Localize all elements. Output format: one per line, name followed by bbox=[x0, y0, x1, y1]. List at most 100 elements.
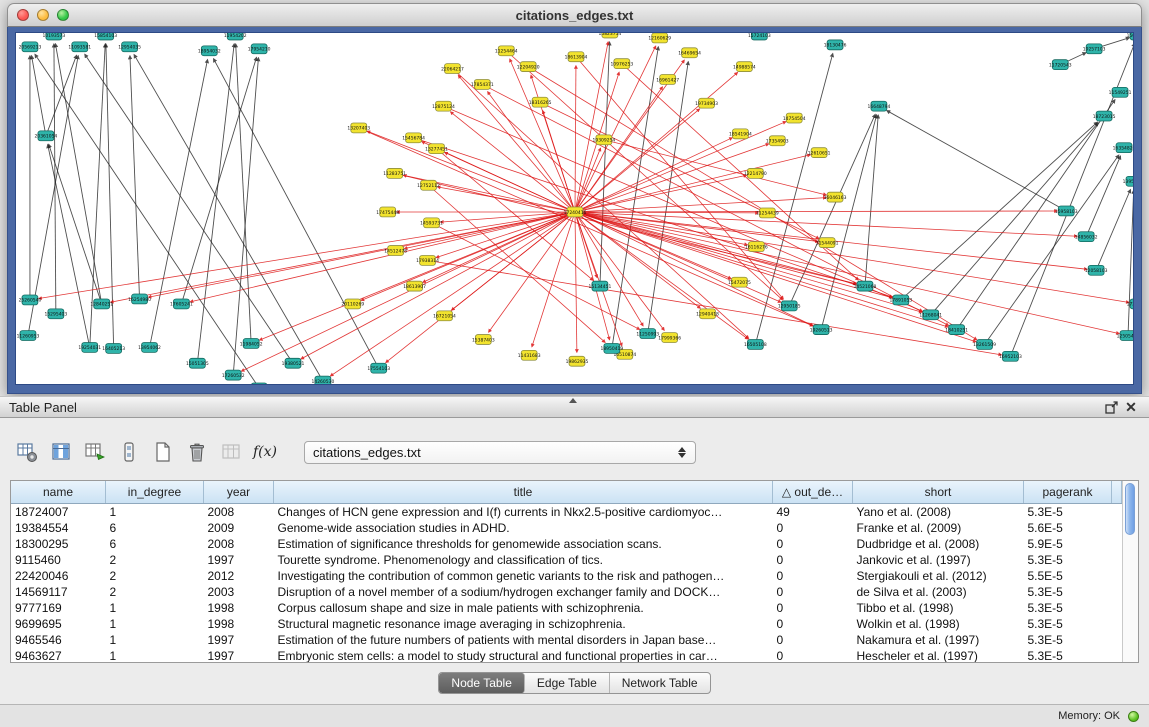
table-cell-year[interactable]: 2003 bbox=[204, 584, 274, 600]
table-cell-pagerank[interactable]: 5.3E-5 bbox=[1024, 600, 1112, 616]
graph-node[interactable]: 16648794 bbox=[868, 101, 891, 111]
graph-node[interactable]: 17240416 bbox=[564, 207, 587, 217]
table-cell-in_degree[interactable]: 6 bbox=[106, 536, 204, 552]
graph-node[interactable]: 13954208 bbox=[1123, 176, 1133, 186]
graph-node[interactable]: 19862935 bbox=[566, 356, 589, 366]
graph-node[interactable]: 16254980 bbox=[128, 294, 151, 304]
graph-node[interactable]: 17260532 bbox=[222, 370, 245, 380]
table-cell-title[interactable]: Estimation of the future numbers of pati… bbox=[274, 632, 773, 648]
graph-node[interactable]: 12160629 bbox=[648, 33, 671, 43]
column-header-short[interactable]: short bbox=[853, 481, 1024, 504]
graph-node[interactable]: 12954035 bbox=[118, 42, 141, 52]
graph-node[interactable]: 17854371 bbox=[471, 79, 494, 89]
graph-node[interactable]: 17954210 bbox=[248, 44, 271, 54]
table-cell-title[interactable]: Investigating the contribution of common… bbox=[274, 568, 773, 584]
table-cell-out_degree[interactable]: 0 bbox=[773, 520, 853, 536]
table-cell-title[interactable]: Tourette syndrome. Phenomenology and cla… bbox=[274, 552, 773, 568]
table-cell-name[interactable]: 9465546 bbox=[11, 632, 106, 648]
table-cell-pagerank[interactable]: 5.5E-5 bbox=[1024, 568, 1112, 584]
graph-node[interactable]: 19309254 bbox=[593, 135, 616, 145]
graph-edge[interactable] bbox=[575, 46, 656, 212]
table-cell-name[interactable]: 18300295 bbox=[11, 536, 106, 552]
graph-edge[interactable] bbox=[985, 155, 1119, 344]
graph-node[interactable]: 15295403 bbox=[44, 309, 67, 319]
table-row[interactable]: 1830029562008Estimation of significance … bbox=[11, 536, 1122, 552]
column-header-title[interactable]: title bbox=[274, 481, 773, 504]
graph-node[interactable]: 11544091 bbox=[816, 238, 839, 248]
graph-node[interactable]: 20110269 bbox=[341, 299, 364, 309]
graph-node[interactable]: 18954032 bbox=[198, 46, 221, 56]
zoom-window-button[interactable] bbox=[57, 9, 69, 21]
network-graph[interactable]: 1724041611254439122147901854190419734903… bbox=[16, 33, 1133, 384]
graph-node[interactable]: 12214790 bbox=[744, 168, 767, 178]
graph-node[interactable]: 18613907 bbox=[403, 281, 426, 291]
tab-network-table[interactable]: Network Table bbox=[610, 673, 710, 693]
graph-node[interactable]: 20361054 bbox=[35, 131, 58, 141]
table-cell-out_degree[interactable]: 0 bbox=[773, 616, 853, 632]
graph-node[interactable]: 13261509 bbox=[973, 340, 996, 350]
graph-edge[interactable] bbox=[236, 44, 251, 344]
table-cell-out_degree[interactable]: 0 bbox=[773, 600, 853, 616]
graph-edge[interactable] bbox=[259, 212, 575, 340]
graph-node[interactable]: 18130476 bbox=[824, 40, 847, 50]
graph-node[interactable]: 19254031 bbox=[78, 342, 101, 352]
table-cell-in_degree[interactable]: 1 bbox=[106, 504, 204, 521]
graph-edge[interactable] bbox=[575, 66, 576, 212]
graph-node[interactable]: 11254464 bbox=[495, 46, 518, 56]
graph-node[interactable]: 11984052 bbox=[240, 339, 263, 349]
graph-node[interactable]: 17605241 bbox=[170, 299, 193, 309]
graph-node[interactable]: 11549251 bbox=[1109, 87, 1132, 97]
graph-edge[interactable] bbox=[428, 260, 1002, 354]
graph-node[interactable]: 16046163 bbox=[824, 192, 847, 202]
table-cell-out_degree[interactable]: 0 bbox=[773, 632, 853, 648]
graph-node[interactable]: 16354820 bbox=[1113, 143, 1133, 153]
graph-node[interactable]: 11283751 bbox=[383, 168, 406, 178]
row-selector-button[interactable] bbox=[116, 439, 142, 465]
graph-edge[interactable] bbox=[110, 212, 575, 302]
graph-node[interactable]: 18541904 bbox=[729, 129, 752, 139]
graph-node[interactable]: 16721054 bbox=[433, 311, 456, 321]
graph-node[interactable]: 14521068 bbox=[854, 281, 877, 291]
table-vertical-scrollbar[interactable] bbox=[1122, 481, 1138, 662]
graph-node[interactable]: 14260530 bbox=[312, 376, 335, 384]
table-row[interactable]: 946554611997Estimation of the future num… bbox=[11, 632, 1122, 648]
graph-edge[interactable] bbox=[575, 212, 922, 312]
table-cell-name[interactable]: 9777169 bbox=[11, 600, 106, 616]
graph-node[interactable]: 14856032 bbox=[1075, 232, 1098, 242]
graph-edge[interactable] bbox=[821, 115, 877, 330]
graph-node[interactable]: 15958103 bbox=[1055, 206, 1078, 216]
table-cell-short[interactable]: Hescheler et al. (1997) bbox=[853, 648, 1024, 663]
graph-node[interactable]: 25260540 bbox=[19, 295, 42, 305]
graph-edge[interactable] bbox=[214, 59, 379, 369]
column-header-year[interactable]: year bbox=[204, 481, 274, 504]
table-cell-out_degree[interactable]: 0 bbox=[773, 568, 853, 584]
table-cell-short[interactable]: Wolkin et al. (1998) bbox=[853, 616, 1024, 632]
table-cell-short[interactable]: Franke et al. (2009) bbox=[853, 520, 1024, 536]
table-cell-pagerank[interactable]: 5.3E-5 bbox=[1024, 504, 1112, 521]
table-row[interactable]: 911546021997Tourette syndrome. Phenomeno… bbox=[11, 552, 1122, 568]
delete-table-button[interactable] bbox=[184, 439, 210, 465]
graph-node[interactable]: 18723015 bbox=[1093, 111, 1116, 121]
graph-edge[interactable] bbox=[85, 54, 293, 363]
graph-node[interactable]: 17354903 bbox=[766, 136, 789, 146]
graph-node[interactable]: 16952103 bbox=[999, 351, 1022, 361]
graph-node[interactable]: 11093581 bbox=[68, 42, 91, 52]
graph-edge[interactable] bbox=[452, 69, 748, 339]
graph-node[interactable]: 18613904 bbox=[565, 52, 588, 62]
table-cell-year[interactable]: 2012 bbox=[204, 568, 274, 584]
table-cell-pagerank[interactable]: 5.3E-5 bbox=[1024, 616, 1112, 632]
table-cell-out_degree[interactable]: 0 bbox=[773, 536, 853, 552]
graph-node[interactable]: 11260953 bbox=[17, 331, 40, 341]
table-cell-in_degree[interactable]: 1 bbox=[106, 600, 204, 616]
new-table-button[interactable] bbox=[150, 439, 176, 465]
tab-edge-table[interactable]: Edge Table bbox=[525, 673, 610, 693]
graph-node[interactable]: 15724103 bbox=[748, 33, 771, 40]
graph-node[interactable]: 12204920 bbox=[517, 62, 540, 72]
network-canvas[interactable]: 1724041611254439122147901854190419734903… bbox=[15, 32, 1134, 385]
graph-node[interactable]: 19734903 bbox=[695, 98, 718, 108]
graph-node[interactable]: 15823754 bbox=[598, 33, 621, 38]
graph-edge[interactable] bbox=[575, 175, 747, 212]
graph-node[interactable]: 12610651 bbox=[808, 148, 831, 158]
graph-edge[interactable] bbox=[575, 212, 577, 352]
graph-edge[interactable] bbox=[957, 100, 1115, 330]
